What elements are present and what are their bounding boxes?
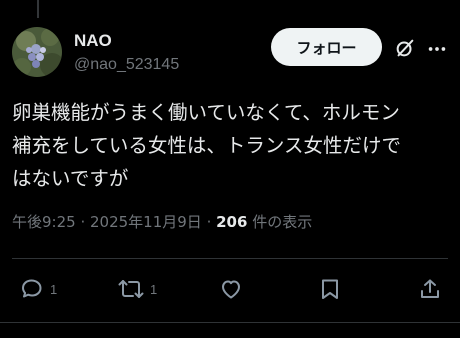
- repost-count: 1: [150, 281, 158, 297]
- bookmark-icon: [322, 279, 338, 299]
- avatar[interactable]: [12, 27, 62, 77]
- like-button[interactable]: [219, 277, 243, 301]
- views-count: 206: [216, 213, 248, 231]
- tweet-text: 卵巣機能がうまく働いていなくて、ホルモン 補充をしている女性は、トランス女性だけ…: [12, 101, 402, 190]
- bookmark-button[interactable]: [319, 277, 341, 301]
- tweet-time[interactable]: 午後9:25: [12, 213, 76, 231]
- reply-button[interactable]: 1: [20, 277, 57, 301]
- meta-separator: ·: [201, 213, 217, 231]
- grok-icon[interactable]: [394, 37, 416, 59]
- share-icon: [421, 279, 439, 298]
- reply-count: 1: [50, 281, 58, 297]
- avatar-photo-icon: [12, 27, 62, 77]
- divider: [12, 258, 448, 259]
- repost-button[interactable]: 1: [118, 277, 157, 301]
- bottom-divider: [0, 322, 460, 323]
- views-label: 件の表示: [247, 213, 313, 231]
- author-name[interactable]: NAO: [74, 31, 112, 51]
- tweet-meta: 午後9:25 · 2025年11月9日 · 206 件の表示: [12, 211, 312, 232]
- tweet-date[interactable]: 2025年11月9日: [90, 213, 202, 231]
- author-handle[interactable]: @nao_523145: [74, 56, 179, 74]
- more-icon[interactable]: [426, 38, 448, 60]
- meta-separator: ·: [75, 213, 90, 231]
- heart-icon: [222, 280, 240, 299]
- repost-icon: [118, 280, 144, 298]
- reply-icon: [22, 279, 42, 298]
- follow-button[interactable]: フォロー: [271, 28, 382, 66]
- share-button[interactable]: [418, 277, 442, 301]
- thread-line: [37, 0, 39, 18]
